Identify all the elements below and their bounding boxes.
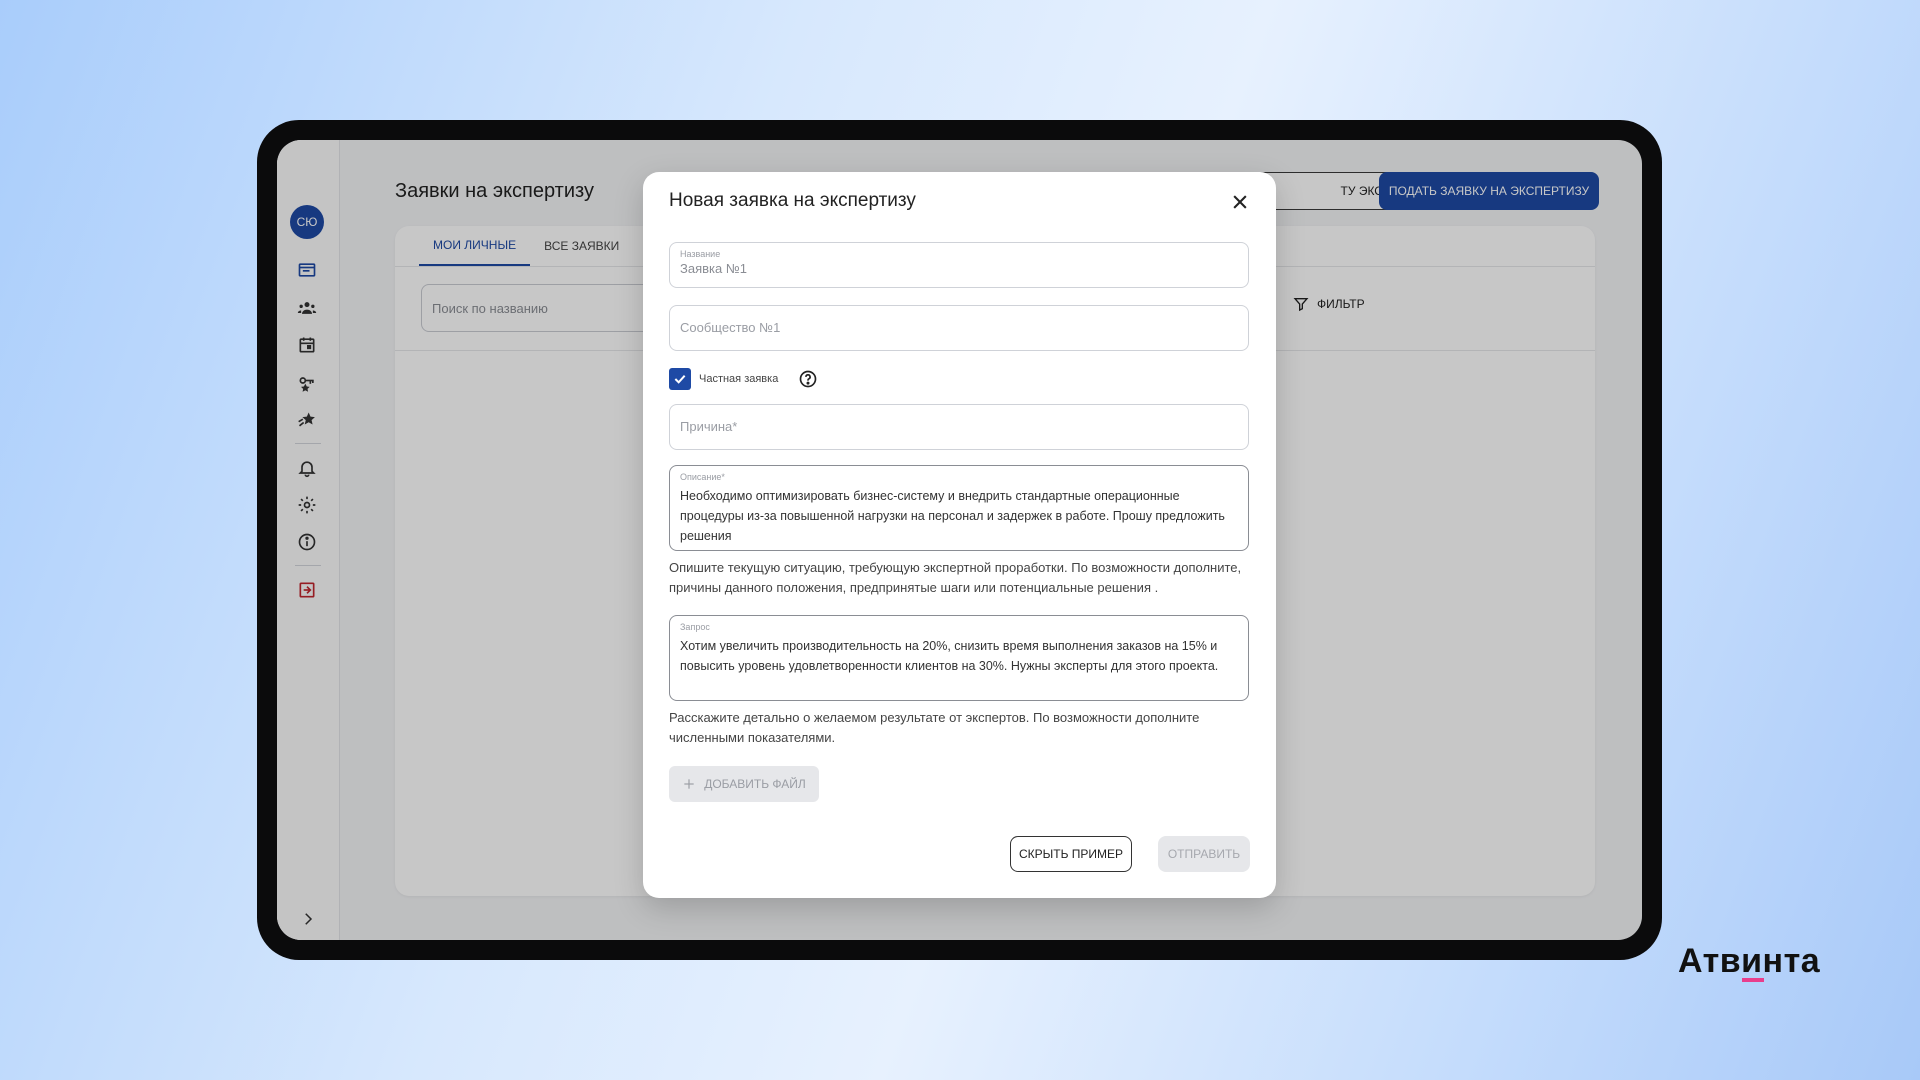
request-field-value: Хотим увеличить производительность на 20… <box>680 639 1219 673</box>
request-field[interactable]: Запрос Хотим увеличить производительност… <box>669 615 1249 701</box>
hide-example-button[interactable]: СКРЫТЬ ПРИМЕР <box>1010 836 1132 872</box>
request-hint: Расскажите детально о желаемом результат… <box>669 710 1200 745</box>
help-icon[interactable] <box>798 369 818 389</box>
community-field[interactable]: Сообщество №1 <box>669 305 1249 351</box>
plus-icon <box>684 779 694 789</box>
add-file-button[interactable]: ДОБАВИТЬ ФАЙЛ <box>669 766 819 802</box>
modal-title: Новая заявка на экспертизу <box>669 190 916 211</box>
name-field[interactable]: Название Заявка №1 <box>669 242 1249 288</box>
check-icon <box>674 374 686 384</box>
new-request-modal: Новая заявка на экспертизу Название Заяв… <box>643 172 1276 898</box>
send-button[interactable]: ОТПРАВИТЬ <box>1158 836 1250 872</box>
add-file-label: ДОБАВИТЬ ФАЙЛ <box>704 777 806 791</box>
description-field[interactable]: Описание* Необходимо оптимизировать бизн… <box>669 465 1249 551</box>
name-field-value: Заявка №1 <box>680 261 748 276</box>
reason-field[interactable]: Причина* <box>669 404 1249 450</box>
brand-accent-bar <box>1742 978 1764 982</box>
description-field-value: Необходимо оптимизировать бизнес-систему… <box>680 489 1225 543</box>
request-field-label: Запрос <box>680 622 710 632</box>
name-field-label: Название <box>680 249 721 259</box>
description-hint: Опишите текущую ситуацию, требующую эксп… <box>669 560 1242 595</box>
community-field-placeholder: Сообщество №1 <box>680 320 781 335</box>
private-request-label: Частная заявка <box>699 373 779 385</box>
private-request-checkbox[interactable] <box>669 368 691 390</box>
brand-logo: Атвинта <box>1678 942 1821 980</box>
reason-field-placeholder: Причина* <box>680 419 738 434</box>
description-field-label: Описание* <box>680 472 725 482</box>
private-request-row: Частная заявка <box>669 368 818 390</box>
close-icon[interactable] <box>1230 192 1250 212</box>
